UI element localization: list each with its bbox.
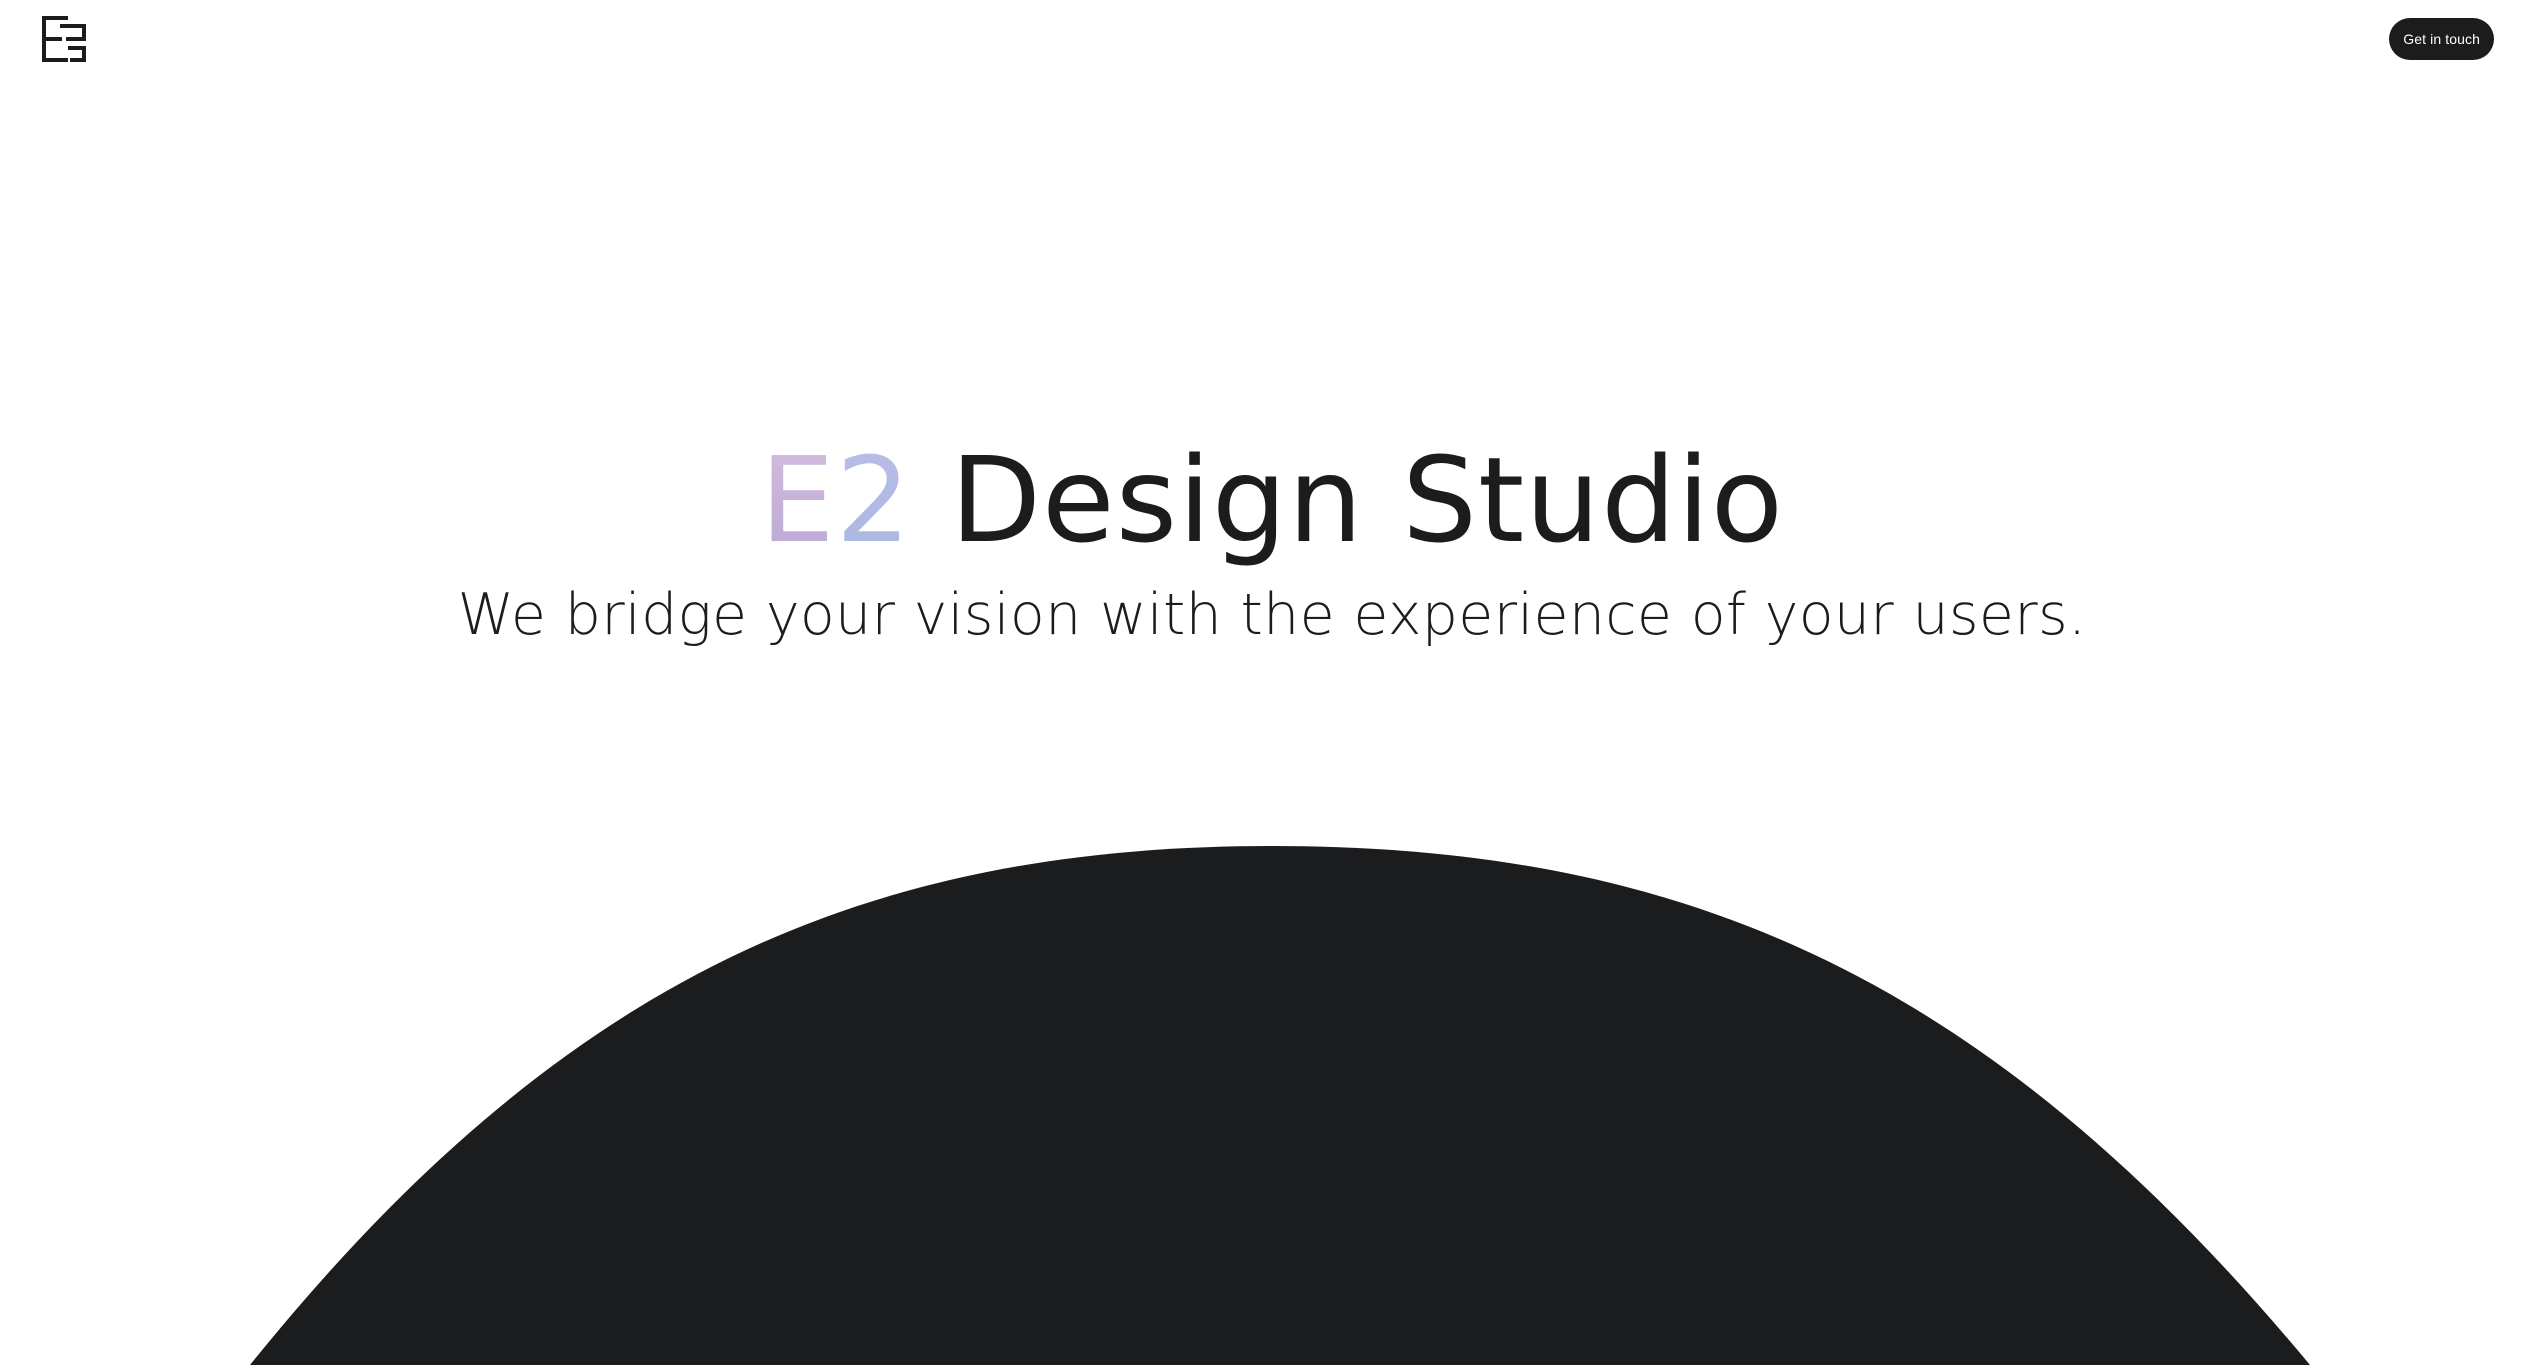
- title-text: Design Studio: [911, 431, 1784, 569]
- hero-dark-arc: [250, 846, 2310, 1365]
- brand-digit-2: 2: [835, 431, 912, 569]
- page-title: E2 Design Studio: [0, 430, 2544, 570]
- hero-section: E2 Design Studio We bridge your vision w…: [0, 430, 2544, 650]
- brand-letter-e: E: [760, 431, 836, 569]
- e2-logo-icon[interactable]: [40, 14, 88, 64]
- hero-tagline: We bridge your vision with the experienc…: [457, 582, 2087, 648]
- get-in-touch-button[interactable]: Get in touch: [2389, 18, 2494, 60]
